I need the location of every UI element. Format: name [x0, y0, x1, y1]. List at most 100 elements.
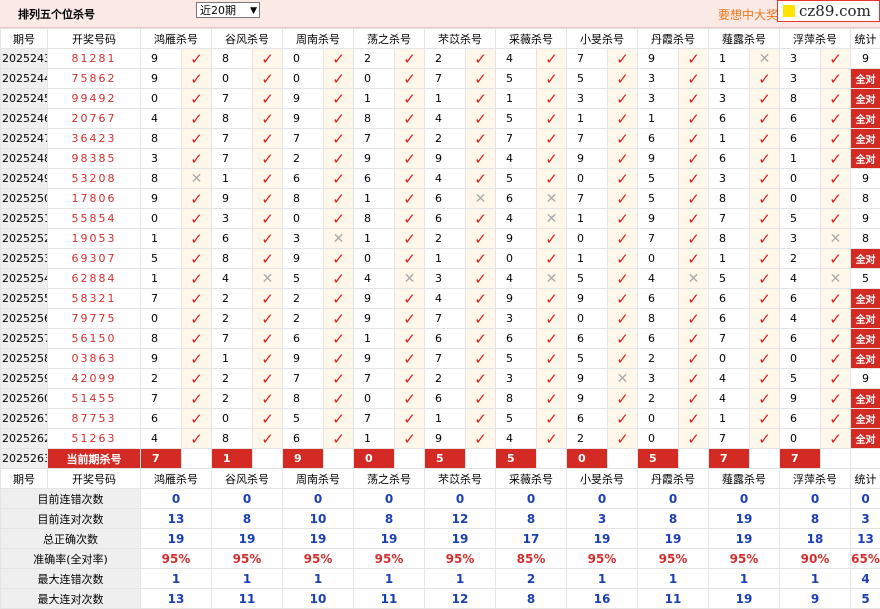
phase-number: 2025243 — [1, 49, 48, 69]
kill-number: 3 — [212, 209, 253, 229]
column-header: 鸿雁杀号 — [141, 29, 212, 49]
kill-number: 2 — [283, 289, 324, 309]
kill-number: 4 — [638, 269, 679, 289]
kill-number: 3 — [496, 369, 537, 389]
kill-number: 9 — [567, 289, 608, 309]
kill-number: 8 — [354, 209, 395, 229]
check-mark-icon: ✓ — [182, 349, 212, 369]
check-mark-icon: ✓ — [182, 149, 212, 169]
check-mark-icon: ✓ — [324, 329, 354, 349]
kill-number: 4 — [141, 109, 182, 129]
kill-number: 3 — [709, 89, 750, 109]
kill-number: 0 — [567, 229, 608, 249]
check-mark-icon: ✓ — [750, 409, 780, 429]
kill-number: 6 — [638, 329, 679, 349]
stat-value: 13 — [851, 529, 880, 549]
check-mark-icon: ✓ — [821, 309, 851, 329]
kill-number: 0 — [780, 349, 821, 369]
kill-number: 2 — [425, 49, 466, 69]
stat-value: 0 — [425, 489, 496, 509]
all-correct-badge: 全对 — [851, 149, 880, 169]
kill-number: 7 — [425, 309, 466, 329]
check-mark-icon: ✓ — [679, 189, 709, 209]
stat-count: 8 — [851, 189, 880, 209]
stat-value: 95% — [141, 549, 212, 569]
kill-number: 2 — [638, 349, 679, 369]
kill-number: 6 — [283, 169, 324, 189]
kill-number: 4 — [496, 49, 537, 69]
check-mark-icon: ✓ — [253, 209, 283, 229]
kill-number: 5 — [780, 209, 821, 229]
kill-number: 6 — [496, 189, 537, 209]
check-mark-icon: ✓ — [537, 409, 567, 429]
stat-value: 8 — [354, 509, 425, 529]
kill-number: 4 — [212, 269, 253, 289]
kill-number: 6 — [141, 409, 182, 429]
check-mark-icon: ✓ — [537, 229, 567, 249]
empty-cell — [182, 449, 212, 469]
kill-number: 0 — [212, 69, 253, 89]
kill-number: 6 — [567, 329, 608, 349]
check-mark-icon: ✓ — [253, 409, 283, 429]
kill-number: 1 — [567, 209, 608, 229]
phase-number: 2025250 — [1, 189, 48, 209]
current-phase-number: 2025263 — [1, 449, 48, 469]
kill-number: 3 — [638, 369, 679, 389]
stat-count: 8 — [851, 229, 880, 249]
period-select[interactable]: 近20期 ▼ — [196, 2, 260, 18]
kill-number: 8 — [780, 89, 821, 109]
check-mark-icon: ✓ — [324, 269, 354, 289]
check-mark-icon: ✓ — [679, 129, 709, 149]
kill-number: 9 — [567, 369, 608, 389]
check-mark-icon: ✓ — [537, 169, 567, 189]
column-header: 薤露杀号 — [709, 469, 780, 489]
check-mark-icon: ✓ — [821, 329, 851, 349]
phase-number: 2025251 — [1, 209, 48, 229]
check-mark-icon: ✓ — [608, 409, 638, 429]
column-header: 采薇杀号 — [496, 29, 567, 49]
check-mark-icon: ✓ — [182, 329, 212, 349]
kill-number: 4 — [425, 169, 466, 189]
table-row: 2025256797750✓2✓2✓9✓7✓3✓0✓8✓6✓4✓全对 — [1, 309, 880, 329]
site-logo[interactable]: cz89.com — [777, 0, 880, 22]
check-mark-icon: ✓ — [750, 69, 780, 89]
kill-number: 8 — [141, 329, 182, 349]
kill-number: 8 — [212, 109, 253, 129]
check-mark-icon: ✓ — [466, 389, 496, 409]
kill-number: 1 — [567, 249, 608, 269]
column-header: 浮萍杀号 — [780, 469, 851, 489]
check-mark-icon: ✓ — [608, 69, 638, 89]
table-row: 2025255583217✓2✓2✓9✓4✓9✓9✓6✓6✓6✓全对 — [1, 289, 880, 309]
check-mark-icon: ✓ — [395, 309, 425, 329]
check-mark-icon: ✓ — [750, 249, 780, 269]
column-header: 丹霞杀号 — [638, 29, 709, 49]
check-mark-icon: ✓ — [679, 249, 709, 269]
stat-value: 13 — [141, 509, 212, 529]
table-row: 2025262512634✓8✓6✓1✓9✓4✓2✓0✓7✓0✓全对 — [1, 429, 880, 449]
promo-link[interactable]: 要想中大奖 — [718, 6, 778, 23]
kill-number: 8 — [283, 189, 324, 209]
stat-value: 19 — [283, 529, 354, 549]
column-header: 开奖号码 — [48, 29, 141, 49]
current-kill-number: 7 — [141, 449, 182, 469]
cross-mark-icon: ✕ — [537, 209, 567, 229]
table-row: 2025259420992✓2✓7✓7✓2✓3✓9✕3✓4✓5✓9 — [1, 369, 880, 389]
kill-number: 2 — [283, 149, 324, 169]
check-mark-icon: ✓ — [608, 309, 638, 329]
current-kill-number: 5 — [425, 449, 466, 469]
stat-value: 19 — [354, 529, 425, 549]
kill-number: 1 — [141, 229, 182, 249]
kill-number: 2 — [212, 289, 253, 309]
draw-number: 20767 — [48, 109, 141, 129]
draw-number: 75862 — [48, 69, 141, 89]
kill-number: 7 — [354, 369, 395, 389]
draw-number: 42099 — [48, 369, 141, 389]
check-mark-icon: ✓ — [182, 269, 212, 289]
kill-number: 0 — [283, 69, 324, 89]
kill-number: 0 — [567, 169, 608, 189]
kill-number: 1 — [709, 249, 750, 269]
check-mark-icon: ✓ — [537, 389, 567, 409]
check-mark-icon: ✓ — [395, 249, 425, 269]
check-mark-icon: ✓ — [466, 289, 496, 309]
stat-value: 0 — [496, 489, 567, 509]
